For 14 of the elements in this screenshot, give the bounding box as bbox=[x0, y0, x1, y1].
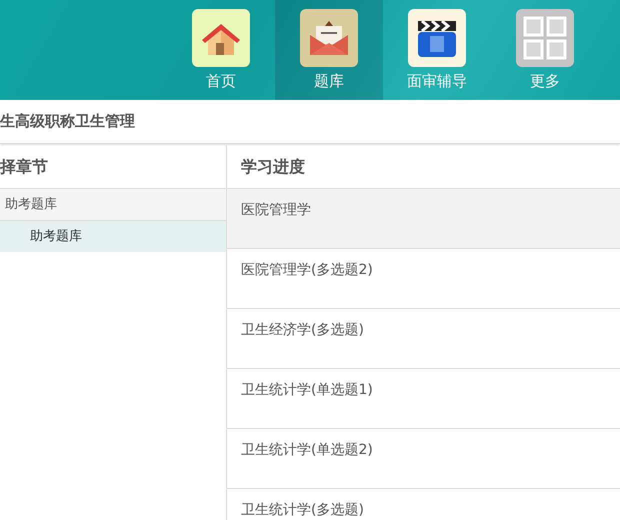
nav-item[interactable]: 题库 bbox=[275, 0, 383, 100]
clapperboard-icon bbox=[408, 9, 466, 67]
tree-item[interactable]: 助考题库 bbox=[0, 221, 226, 252]
grid-icon bbox=[516, 9, 574, 67]
progress-row[interactable]: 卫生统计学(单选题2) bbox=[227, 429, 620, 489]
progress-row[interactable]: 卫生经济学(多选题) bbox=[227, 309, 620, 369]
progress-row[interactable]: 医院管理学(多选题2) bbox=[227, 249, 620, 309]
progress-row[interactable]: 医院管理学 bbox=[227, 189, 620, 249]
envelope-icon bbox=[300, 9, 358, 67]
progress-row[interactable]: 卫生统计学(多选题) bbox=[227, 489, 620, 520]
house-icon bbox=[192, 9, 250, 67]
tree-item[interactable]: 助考题库 bbox=[0, 189, 226, 221]
page-title: 生高级职称卫生管理 bbox=[0, 100, 620, 144]
progress-row[interactable]: 卫生统计学(单选题1) bbox=[227, 369, 620, 429]
